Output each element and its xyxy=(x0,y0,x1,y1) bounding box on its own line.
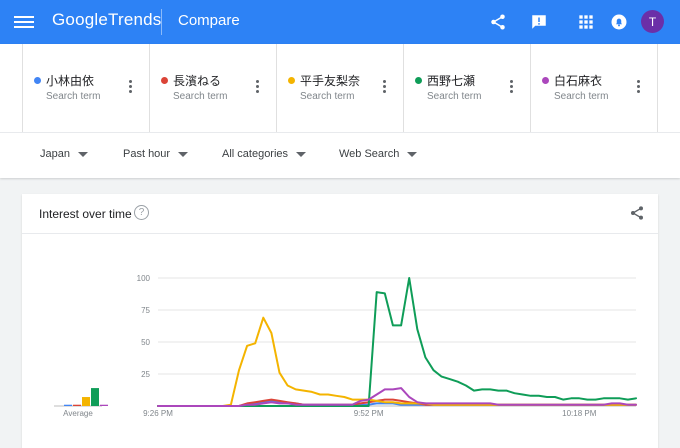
average-label: Average xyxy=(63,409,93,418)
header-divider xyxy=(161,9,162,35)
caret-down-icon xyxy=(296,151,307,157)
search-term-3[interactable]: 平手友梨奈 Search term xyxy=(277,44,404,132)
term-color-dot xyxy=(542,77,549,84)
y-tick-label: 100 xyxy=(137,274,151,283)
x-tick-label: 10:18 PM xyxy=(562,409,597,418)
google-trends-logo[interactable]: GoogleTrends xyxy=(52,10,162,30)
caret-down-icon xyxy=(178,151,189,157)
feedback-icon[interactable] xyxy=(528,11,550,33)
property-filter-label: Web Search xyxy=(339,148,400,160)
share-icon[interactable] xyxy=(487,11,509,33)
average-bar xyxy=(91,388,99,406)
search-term-4[interactable]: 西野七瀬 Search term xyxy=(404,44,531,132)
average-bar xyxy=(64,404,72,406)
interest-line-chart: 100 75 50 25 9:26 PM 9:52 PM 10:18 PM Average xyxy=(54,274,637,418)
interest-over-time-card: Interest over time ? 100 75 50 25 9:26 PM 9:5… xyxy=(22,194,658,448)
time-filter-label: Past hour xyxy=(123,148,171,160)
page-title: Compare xyxy=(178,12,240,29)
term-color-dot xyxy=(415,77,422,84)
more-vert-icon[interactable] xyxy=(256,80,260,94)
y-tick-label: 50 xyxy=(141,338,150,347)
menu-icon[interactable] xyxy=(14,13,34,31)
average-bar xyxy=(100,404,108,406)
term-color-dot xyxy=(34,77,41,84)
search-term-5[interactable]: 白石麻衣 Search term xyxy=(531,44,657,132)
term-name: 西野七瀬 xyxy=(427,74,476,88)
term-type: Search term xyxy=(554,91,609,102)
x-tick-label: 9:26 PM xyxy=(143,409,173,418)
account-avatar[interactable]: T xyxy=(641,10,664,33)
term-type: Search term xyxy=(300,91,355,102)
property-filter[interactable]: Web Search xyxy=(339,148,418,160)
term-color-dot xyxy=(161,77,168,84)
term-type: Search term xyxy=(427,91,482,102)
search-term-2[interactable]: 長濱ねる Search term xyxy=(150,44,277,132)
y-tick-label: 75 xyxy=(141,306,150,315)
notifications-icon[interactable] xyxy=(608,11,630,33)
term-type: Search term xyxy=(46,91,101,102)
more-vert-icon[interactable] xyxy=(510,80,514,94)
term-name: 白石麻衣 xyxy=(554,74,603,88)
term-name: 平手友梨奈 xyxy=(300,74,361,88)
term-type: Search term xyxy=(173,91,228,102)
term-color-dot xyxy=(288,77,295,84)
more-vert-icon[interactable] xyxy=(129,80,133,94)
more-vert-icon[interactable] xyxy=(383,80,387,94)
search-terms-row: 小林由依 Search term 長濱ねる Search term 平手友梨奈 … xyxy=(22,44,658,132)
compare-terms-card: 小林由依 Search term 長濱ねる Search term 平手友梨奈 … xyxy=(0,44,680,178)
more-vert-icon[interactable] xyxy=(637,80,641,94)
category-filter-label: All categories xyxy=(222,148,289,160)
x-tick-label: 9:52 PM xyxy=(354,409,384,418)
y-tick-label: 25 xyxy=(141,370,150,379)
average-bar xyxy=(82,397,90,406)
region-filter[interactable]: Japan xyxy=(40,148,88,160)
series-line xyxy=(157,316,637,407)
time-filter[interactable]: Past hour xyxy=(123,148,189,160)
apps-icon[interactable] xyxy=(575,11,597,33)
caret-down-icon xyxy=(407,151,418,157)
logo-trends-text: Trends xyxy=(108,10,162,29)
logo-google-text: Google xyxy=(52,10,109,29)
region-filter-label: Japan xyxy=(40,148,70,160)
category-filter[interactable]: All categories xyxy=(222,148,307,160)
top-app-bar: GoogleTrends Compare T xyxy=(0,0,680,44)
term-name: 長濱ねる xyxy=(173,74,222,88)
caret-down-icon xyxy=(77,151,88,157)
term-name: 小林由依 xyxy=(46,74,95,88)
average-bar xyxy=(73,404,81,406)
search-term-1[interactable]: 小林由依 Search term xyxy=(23,44,150,132)
filters-divider xyxy=(0,132,680,133)
